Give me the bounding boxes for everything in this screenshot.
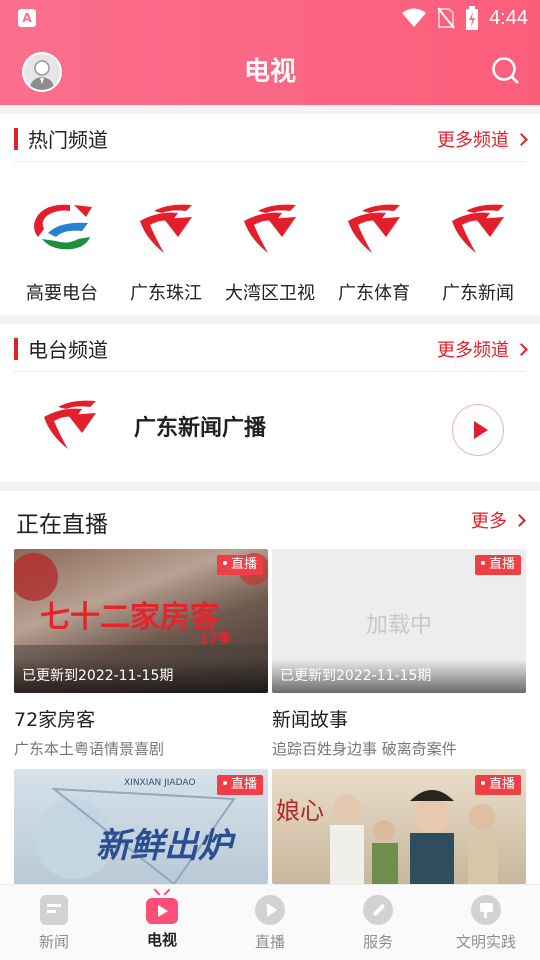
gdtv-logo [244,204,296,253]
radio-station-name: 广东新闻广播 [134,416,267,441]
tab-live[interactable]: 直播 [216,885,324,960]
news-icon [40,895,68,925]
program-thumbnail: 七十二家房客 17季 直播 已更新到2022-11-15期 [14,549,268,693]
loading-placeholder: 加载中 [365,613,432,638]
tab-label: 服务 [362,933,393,951]
tab-civilization[interactable]: 文明实践 [432,885,540,960]
more-channels-link[interactable]: 更多频道 [437,126,528,152]
live-play-icon [255,895,285,925]
more-radio-link[interactable]: 更多频道 [437,336,528,362]
section-accent-bar [14,338,18,360]
gaoyao-logo [34,204,92,250]
tab-service[interactable]: 服务 [324,885,432,960]
update-status: 已更新到2022-11-15期 [14,659,268,693]
tv-icon [146,888,178,924]
channel-label: 广东体育 [338,283,410,304]
program-description: 广东本土粤语情景喜剧 [14,740,165,758]
live-card-news-story[interactable]: 加载中 直播 已更新到2022-11-15期 新闻故事 追踪百姓身边事 破离奇案… [272,549,526,759]
gdtv-logo [348,204,400,253]
show-logo-text: 娘心 [276,797,324,825]
channel-label: 广东新闻 [442,283,514,304]
more-radio-label: 更多频道 [437,340,509,361]
live-card-xinxian[interactable]: XINXIAN JIADAO 新鲜出炉 直播 [14,769,268,884]
clock: 4:44 [489,6,528,29]
chevron-right-icon [515,133,528,146]
section-header: 热门频道 更多频道 [14,114,528,162]
app-notification-icon: A [18,9,36,27]
search-icon[interactable] [490,55,520,85]
program-title: 新闻故事 [272,709,349,731]
battery-charging-icon [466,6,479,30]
app-header: A 4:44 电视 [0,0,540,105]
program-title: 72家房客 [14,709,96,731]
status-bar: A 4:44 [0,0,540,36]
no-sim-icon [437,7,455,29]
live-badge: 直播 [474,555,521,575]
program-thumbnail: 加载中 直播 已更新到2022-11-15期 [272,549,526,693]
show-logo-text: 七十二家房客 [40,600,220,635]
more-live-link[interactable]: 更多 [471,507,526,533]
gdtv-logo [452,204,504,253]
more-live-label: 更多 [471,511,507,532]
channel-list: 高要电台 广东珠江 大湾区卫视 广东体育 广东新闻 [10,199,530,305]
season-text: 17季 [200,631,231,647]
hot-channels-section: 热门频道 更多频道 高要电台 广东珠江 大湾区卫视 广东体育 广东新闻 [0,114,540,315]
bottom-tab-bar: 新闻 电视 直播 服务 文明实践 [0,884,540,960]
gdtv-logo [44,400,96,449]
play-button[interactable] [452,404,504,456]
program-thumbnail: XINXIAN JIADAO 新鲜出炉 直播 [14,769,268,884]
tab-label: 电视 [146,931,177,949]
section-title: 热门频道 [28,128,108,152]
chevron-right-icon [513,514,526,527]
service-compass-icon [363,895,393,925]
civilization-flag-icon [471,895,501,925]
section-header: 电台频道 更多频道 [14,324,528,372]
channel-item-zhujiang[interactable]: 广东珠江 [114,199,218,305]
tab-label: 直播 [254,933,285,951]
tab-news[interactable]: 新闻 [0,885,108,960]
wifi-icon [402,8,427,27]
show-logo-text: 新鲜出炉 [96,826,236,866]
live-badge: 直播 [216,775,263,795]
live-card-72jia[interactable]: 七十二家房客 17季 直播 已更新到2022-11-15期 72家房客 广东本土… [14,549,268,759]
tab-label: 文明实践 [455,933,516,951]
tab-label: 新闻 [38,933,69,951]
channel-item-news[interactable]: 广东新闻 [426,199,530,305]
more-channels-label: 更多频道 [437,130,509,151]
channel-label: 高要电台 [26,283,98,304]
status-icons: 4:44 [401,5,528,31]
program-thumbnail: 娘心 直播 [272,769,526,884]
channel-item-dawanqu[interactable]: 大湾区卫视 [218,199,322,305]
section-accent-bar [14,128,18,150]
channel-item-gaoyao[interactable]: 高要电台 [10,199,114,305]
chevron-right-icon [515,343,528,356]
channel-label: 大湾区卫视 [225,283,315,304]
show-subtitle-text: XINXIAN JIADAO [124,778,195,788]
channel-item-sports[interactable]: 广东体育 [322,199,426,305]
program-description: 追踪百姓身边事 破离奇案件 [272,740,457,758]
page-title: 电视 [243,57,296,87]
update-status: 已更新到2022-11-15期 [272,659,526,693]
section-title: 正在直播 [16,512,108,538]
section-title: 电台频道 [28,338,108,362]
radio-channels-section: 电台频道 更多频道 广东新闻广播 [0,324,540,482]
tab-tv[interactable]: 电视 [108,885,216,960]
live-badge: 直播 [474,775,521,795]
gdtv-logo [140,204,192,253]
live-badge: 直播 [216,555,263,575]
live-card-niangxin[interactable]: 娘心 直播 [272,769,526,884]
channel-label: 广东珠江 [130,283,202,304]
radio-station-item[interactable]: 广东新闻广播 [0,384,540,484]
live-now-section: 正在直播 更多 七十二家房客 17季 直播 已更新到2022-11-15期 72… [0,491,540,884]
